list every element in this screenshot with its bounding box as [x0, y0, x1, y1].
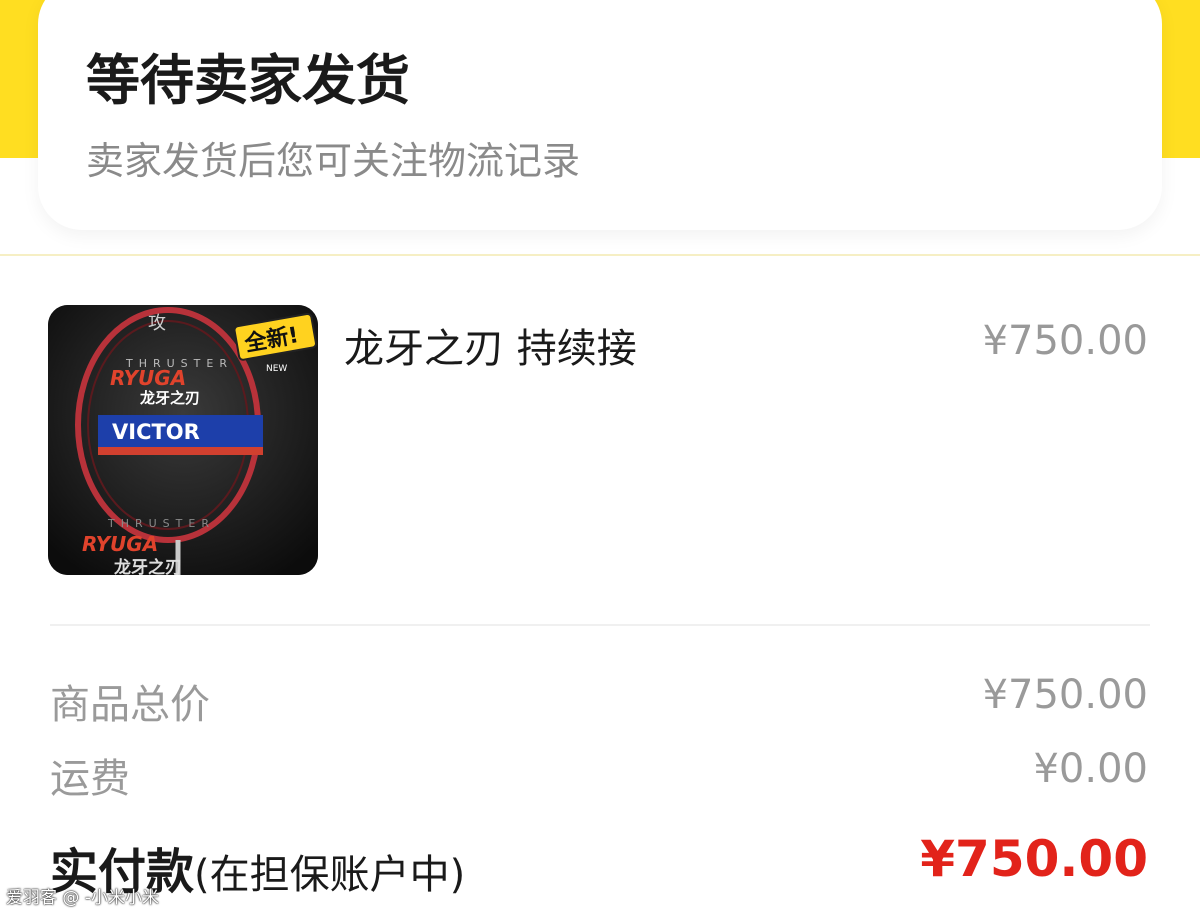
image-glyph: 攻: [148, 313, 166, 334]
order-status-card: 等待卖家发货 卖家发货后您可关注物流记录: [38, 0, 1162, 230]
product-price: ¥750.00: [982, 318, 1148, 364]
divider: [50, 624, 1150, 626]
order-status-subtitle: 卖家发货后您可关注物流记录: [86, 139, 581, 183]
product-thumbnail[interactable]: 攻 THRUSTER 全新! NEW RYUGA 龙牙之刃 VICTOR THR…: [48, 305, 318, 575]
shipping-label: 运费: [50, 756, 130, 802]
section-divider: [0, 254, 1200, 256]
image-model-text-lower: RYUGA: [82, 532, 158, 556]
product-name[interactable]: 龙牙之刃 持续接: [344, 316, 637, 374]
new-badge-subtext: NEW: [266, 364, 287, 374]
watermark: 爱羽客 @ -小米小米: [6, 888, 159, 908]
goods-total-value: ¥750.00: [982, 672, 1148, 718]
goods-total-label: 商品总价: [50, 682, 210, 728]
image-series-text-lower: THRUSTER: [107, 517, 215, 530]
badminton-racket-image: 攻 THRUSTER 全新! NEW RYUGA 龙牙之刃 VICTOR THR…: [48, 305, 318, 575]
image-model-cn-text-lower: 龙牙之刃: [113, 557, 182, 575]
image-model-cn-text: 龙牙之刃: [139, 389, 200, 407]
shipping-value: ¥0.00: [1033, 746, 1148, 792]
image-model-text: RYUGA: [110, 366, 186, 390]
brand-logo-text: VICTOR: [112, 420, 200, 444]
order-status-title: 等待卖家发货: [86, 49, 410, 112]
escrow-note: (在担保账户中): [194, 852, 466, 898]
amount-paid-value: ¥750.00: [920, 830, 1148, 888]
